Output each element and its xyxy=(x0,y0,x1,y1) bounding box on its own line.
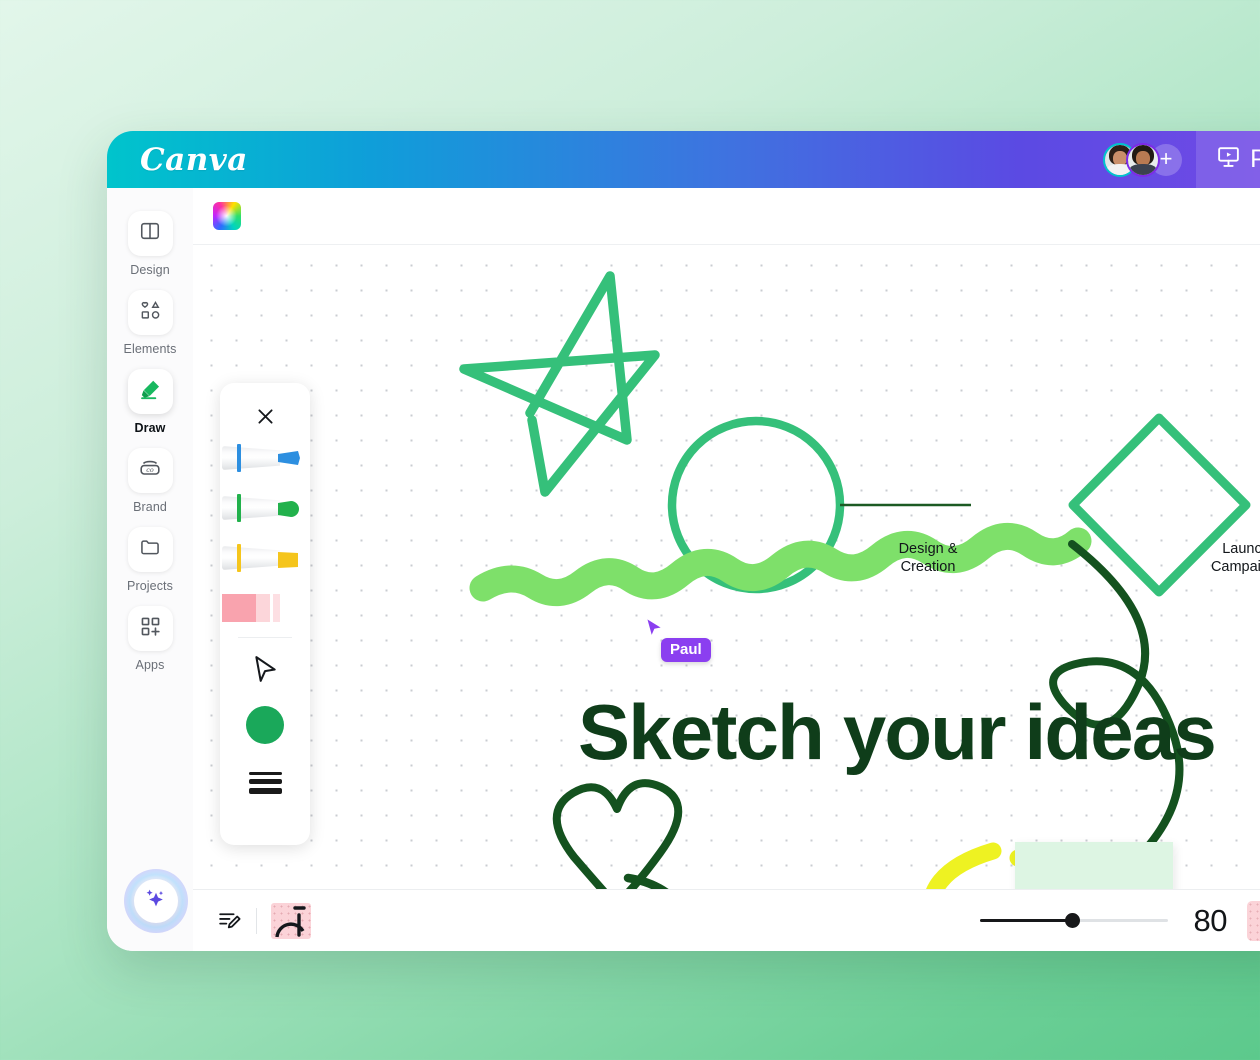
sidebar-item-elements[interactable]: Elements xyxy=(107,281,193,360)
sidebar-item-label: Elements xyxy=(123,342,177,356)
case-study-sticky-note[interactable] xyxy=(1015,842,1173,889)
pen-marker-icon xyxy=(138,377,163,407)
collaborator-avatars: + xyxy=(1103,142,1183,177)
magic-studio-button[interactable] xyxy=(134,879,178,923)
sidebar-item-label: Brand xyxy=(133,500,167,514)
app-header: Canva + P xyxy=(107,131,1260,188)
sidebar-item-label: Draw xyxy=(134,421,166,435)
design-creation-label: Design & Creation xyxy=(898,541,958,576)
marker-tool[interactable] xyxy=(220,483,310,533)
brand-kit-icon: co xyxy=(138,456,162,485)
avatar-image xyxy=(1128,144,1159,175)
canva-logo[interactable]: Canva xyxy=(140,142,248,178)
present-button[interactable]: Pre xyxy=(1196,131,1260,188)
eraser-tool[interactable] xyxy=(220,583,310,633)
design-layout-icon xyxy=(139,220,161,247)
stroke-thickness-icon[interactable] xyxy=(220,754,310,812)
page-title[interactable]: Sketch your ideas xyxy=(578,693,1260,771)
canvas-toolbar xyxy=(193,188,1260,245)
divider xyxy=(238,637,292,638)
zoom-controls: 80 9 xyxy=(979,900,1260,941)
magic-sparkle-icon xyxy=(143,886,169,917)
draw-tools-panel xyxy=(220,383,310,845)
left-sidebar: Design Elements Draw co Brand Projects A… xyxy=(107,188,193,951)
sidebar-item-design[interactable]: Design xyxy=(107,202,193,281)
shapes-icon xyxy=(139,299,162,327)
cursor-arrow-icon[interactable] xyxy=(220,642,310,696)
apps-grid-plus-icon xyxy=(139,615,162,643)
rainbow-color-picker[interactable] xyxy=(213,202,241,230)
sidebar-item-apps[interactable]: Apps xyxy=(107,597,193,676)
pages-grid-icon[interactable]: 9 xyxy=(1247,900,1260,941)
present-button-label: Pre xyxy=(1250,145,1260,173)
page-thumbnail[interactable] xyxy=(271,902,311,939)
hand-drawn-heart xyxy=(552,779,683,889)
hand-drawn-star xyxy=(459,271,660,497)
curved-arrow-to-card xyxy=(623,873,669,889)
sidebar-item-label: Design xyxy=(130,263,170,277)
zoom-value: 80 xyxy=(1193,902,1228,938)
sidebar-item-label: Projects xyxy=(127,579,173,593)
canva-app-window: Canva + P Design Elements Draw co Brand … xyxy=(107,131,1260,951)
launch-campaign-label: Launch Campaign! xyxy=(1210,541,1260,576)
divider xyxy=(256,907,257,934)
zoom-slider-handle[interactable] xyxy=(1065,913,1081,928)
avatar[interactable] xyxy=(1126,142,1161,177)
sidebar-item-label: Apps xyxy=(135,658,165,672)
sidebar-item-draw[interactable]: Draw xyxy=(107,360,193,439)
highlighter-tool[interactable] xyxy=(220,533,310,583)
zoom-slider[interactable] xyxy=(979,912,1168,930)
header-right-group: + Pre xyxy=(1103,131,1260,188)
present-screen-icon xyxy=(1216,144,1241,176)
folder-icon xyxy=(139,536,161,563)
cursor-label-paul: Paul xyxy=(661,638,711,662)
canvas-sketch-layer xyxy=(459,271,1251,889)
pen-nib xyxy=(278,451,300,465)
notes-edit-icon[interactable] xyxy=(217,908,242,933)
selected-color-swatch[interactable] xyxy=(220,696,310,754)
svg-text:co: co xyxy=(146,466,154,474)
bottom-toolbar: 80 9 xyxy=(193,889,1260,951)
canvas-area[interactable]: Design & Creation Launch Campaign! Sketc… xyxy=(193,188,1260,889)
pen-tool[interactable] xyxy=(220,433,310,483)
close-icon[interactable] xyxy=(248,399,282,433)
sidebar-item-projects[interactable]: Projects xyxy=(107,518,193,597)
highlighter-nib xyxy=(278,551,300,568)
marker-nib xyxy=(278,501,300,517)
sidebar-item-brand[interactable]: co Brand xyxy=(107,439,193,518)
